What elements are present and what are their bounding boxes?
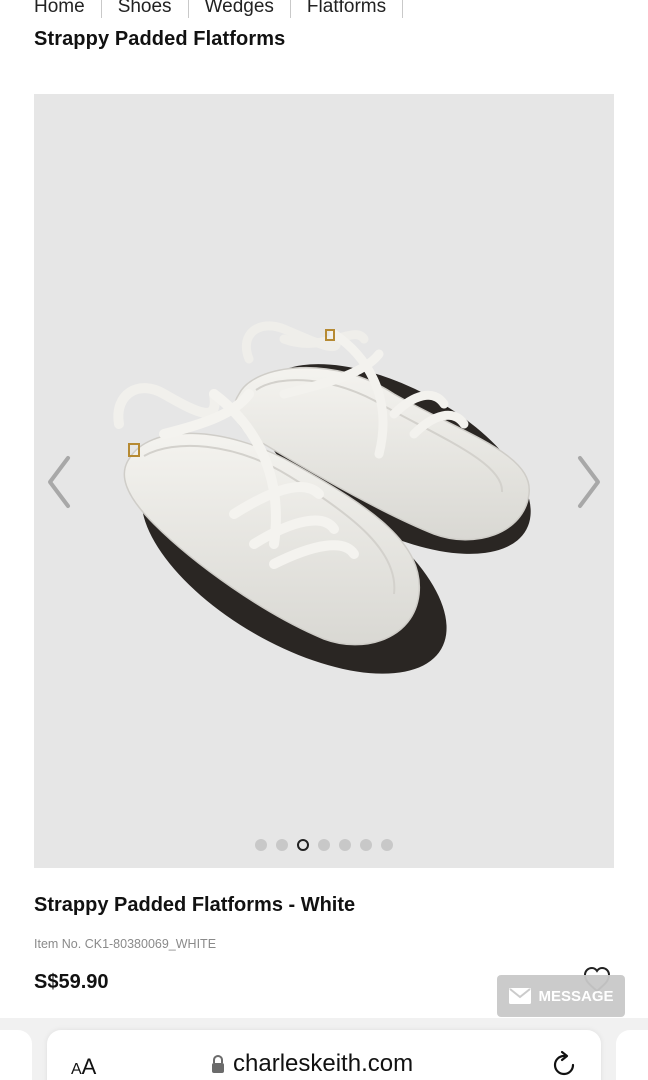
text-size-button[interactable]: AA bbox=[71, 1054, 96, 1080]
envelope-icon bbox=[509, 988, 532, 1004]
reload-icon[interactable] bbox=[549, 1050, 579, 1080]
gallery-prev-button[interactable] bbox=[44, 454, 74, 510]
gallery-dot-4[interactable] bbox=[318, 839, 330, 851]
breadcrumb-divider bbox=[402, 0, 404, 18]
lock-icon bbox=[212, 1054, 224, 1073]
product-name: Strappy Padded Flatforms - White bbox=[34, 894, 356, 916]
gallery-dot-5[interactable] bbox=[339, 839, 351, 851]
gallery-next-button[interactable] bbox=[574, 454, 604, 510]
breadcrumb-shoes[interactable]: Shoes bbox=[118, 0, 172, 18]
chevron-right-icon bbox=[578, 456, 600, 508]
product-price: S$59.90 bbox=[34, 971, 109, 993]
gallery-dot-7[interactable] bbox=[381, 839, 393, 851]
gallery-dot-2[interactable] bbox=[276, 839, 288, 851]
url-display[interactable]: charleskeith.com bbox=[211, 1050, 413, 1078]
url-text: charleskeith.com bbox=[233, 1050, 414, 1077]
message-button[interactable]: MESSAGE bbox=[497, 975, 625, 1017]
breadcrumb-divider bbox=[100, 0, 102, 18]
gallery-pagination bbox=[34, 839, 614, 851]
url-field[interactable]: AA charleskeith.com bbox=[47, 1030, 601, 1080]
breadcrumb-flatforms[interactable]: Flatforms bbox=[307, 0, 386, 18]
breadcrumb-divider bbox=[289, 0, 291, 18]
breadcrumb-divider bbox=[187, 0, 189, 18]
product-gallery[interactable] bbox=[34, 94, 614, 868]
message-button-label: MESSAGE bbox=[538, 987, 614, 1005]
gallery-dot-6[interactable] bbox=[360, 839, 372, 851]
breadcrumb-wedges[interactable]: Wedges bbox=[205, 0, 274, 18]
product-image bbox=[113, 321, 531, 674]
item-number: Item No. CK1-80380069_WHITE bbox=[34, 937, 217, 951]
page-title: Strappy Padded Flatforms bbox=[34, 28, 286, 50]
gallery-dot-1[interactable] bbox=[255, 839, 267, 851]
gallery-dot-3-active[interactable] bbox=[297, 839, 309, 851]
next-tab-preview[interactable] bbox=[616, 1030, 648, 1080]
previous-tab-preview[interactable] bbox=[0, 1030, 32, 1080]
chevron-left-icon bbox=[48, 456, 70, 508]
breadcrumb-home[interactable]: Home bbox=[34, 0, 85, 18]
browser-address-bar: AA charleskeith.com bbox=[0, 1018, 648, 1080]
breadcrumb: Home Shoes Wedges Flatforms bbox=[34, 0, 419, 20]
